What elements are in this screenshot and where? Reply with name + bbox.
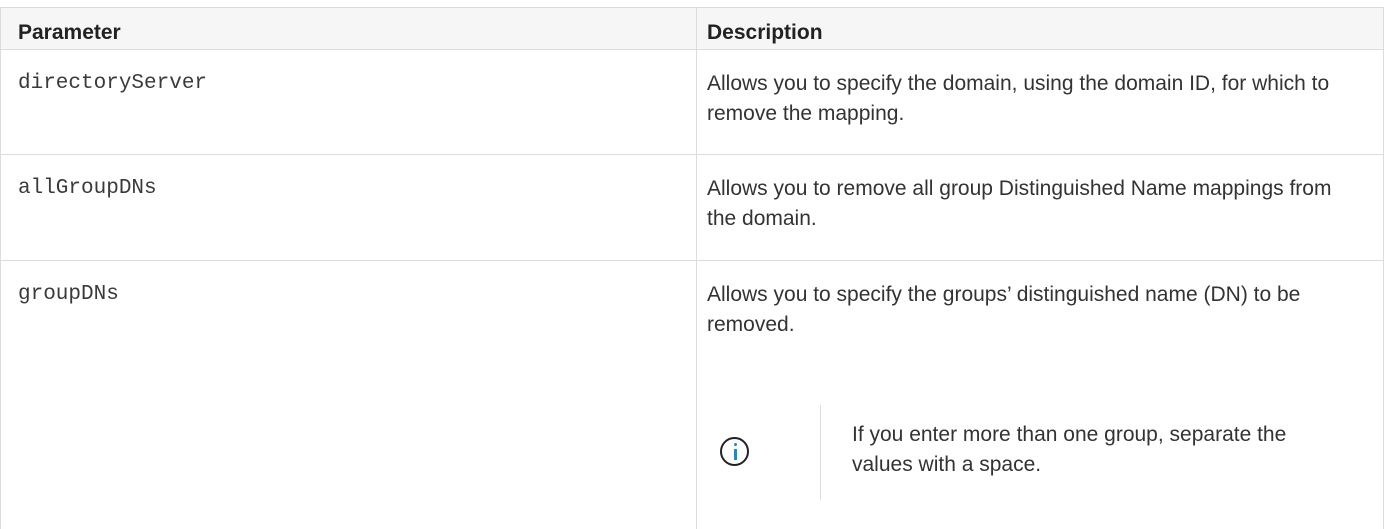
parameter-description: Allows you to specify the domain, using …: [707, 72, 1330, 125]
parameter-name: directoryServer: [18, 72, 208, 95]
table-header-row: Parameter Description: [1, 7, 1383, 50]
note-divider: [820, 405, 821, 500]
table-row: directoryServer Allows you to specify th…: [1, 50, 1383, 155]
parameter-name: groupDNs: [18, 283, 119, 306]
column-divider: [696, 8, 697, 49]
column-divider: [696, 50, 697, 154]
note-text: If you enter more than one group, separa…: [852, 423, 1287, 476]
parameter-name: allGroupDNs: [18, 177, 157, 200]
column-divider: [696, 155, 697, 260]
column-divider: [696, 261, 697, 529]
table-row: allGroupDNs Allows you to remove all gro…: [1, 155, 1383, 261]
parameter-description: Allows you to remove all group Distingui…: [707, 177, 1332, 230]
table-row: groupDNs Allows you to specify the group…: [1, 261, 1383, 529]
header-description: Description: [707, 21, 823, 44]
parameter-table: Parameter Description directoryServer Al…: [0, 7, 1384, 529]
info-icon: [720, 437, 749, 466]
info-note: If you enter more than one group, separa…: [707, 405, 1347, 505]
header-parameter: Parameter: [18, 21, 121, 44]
